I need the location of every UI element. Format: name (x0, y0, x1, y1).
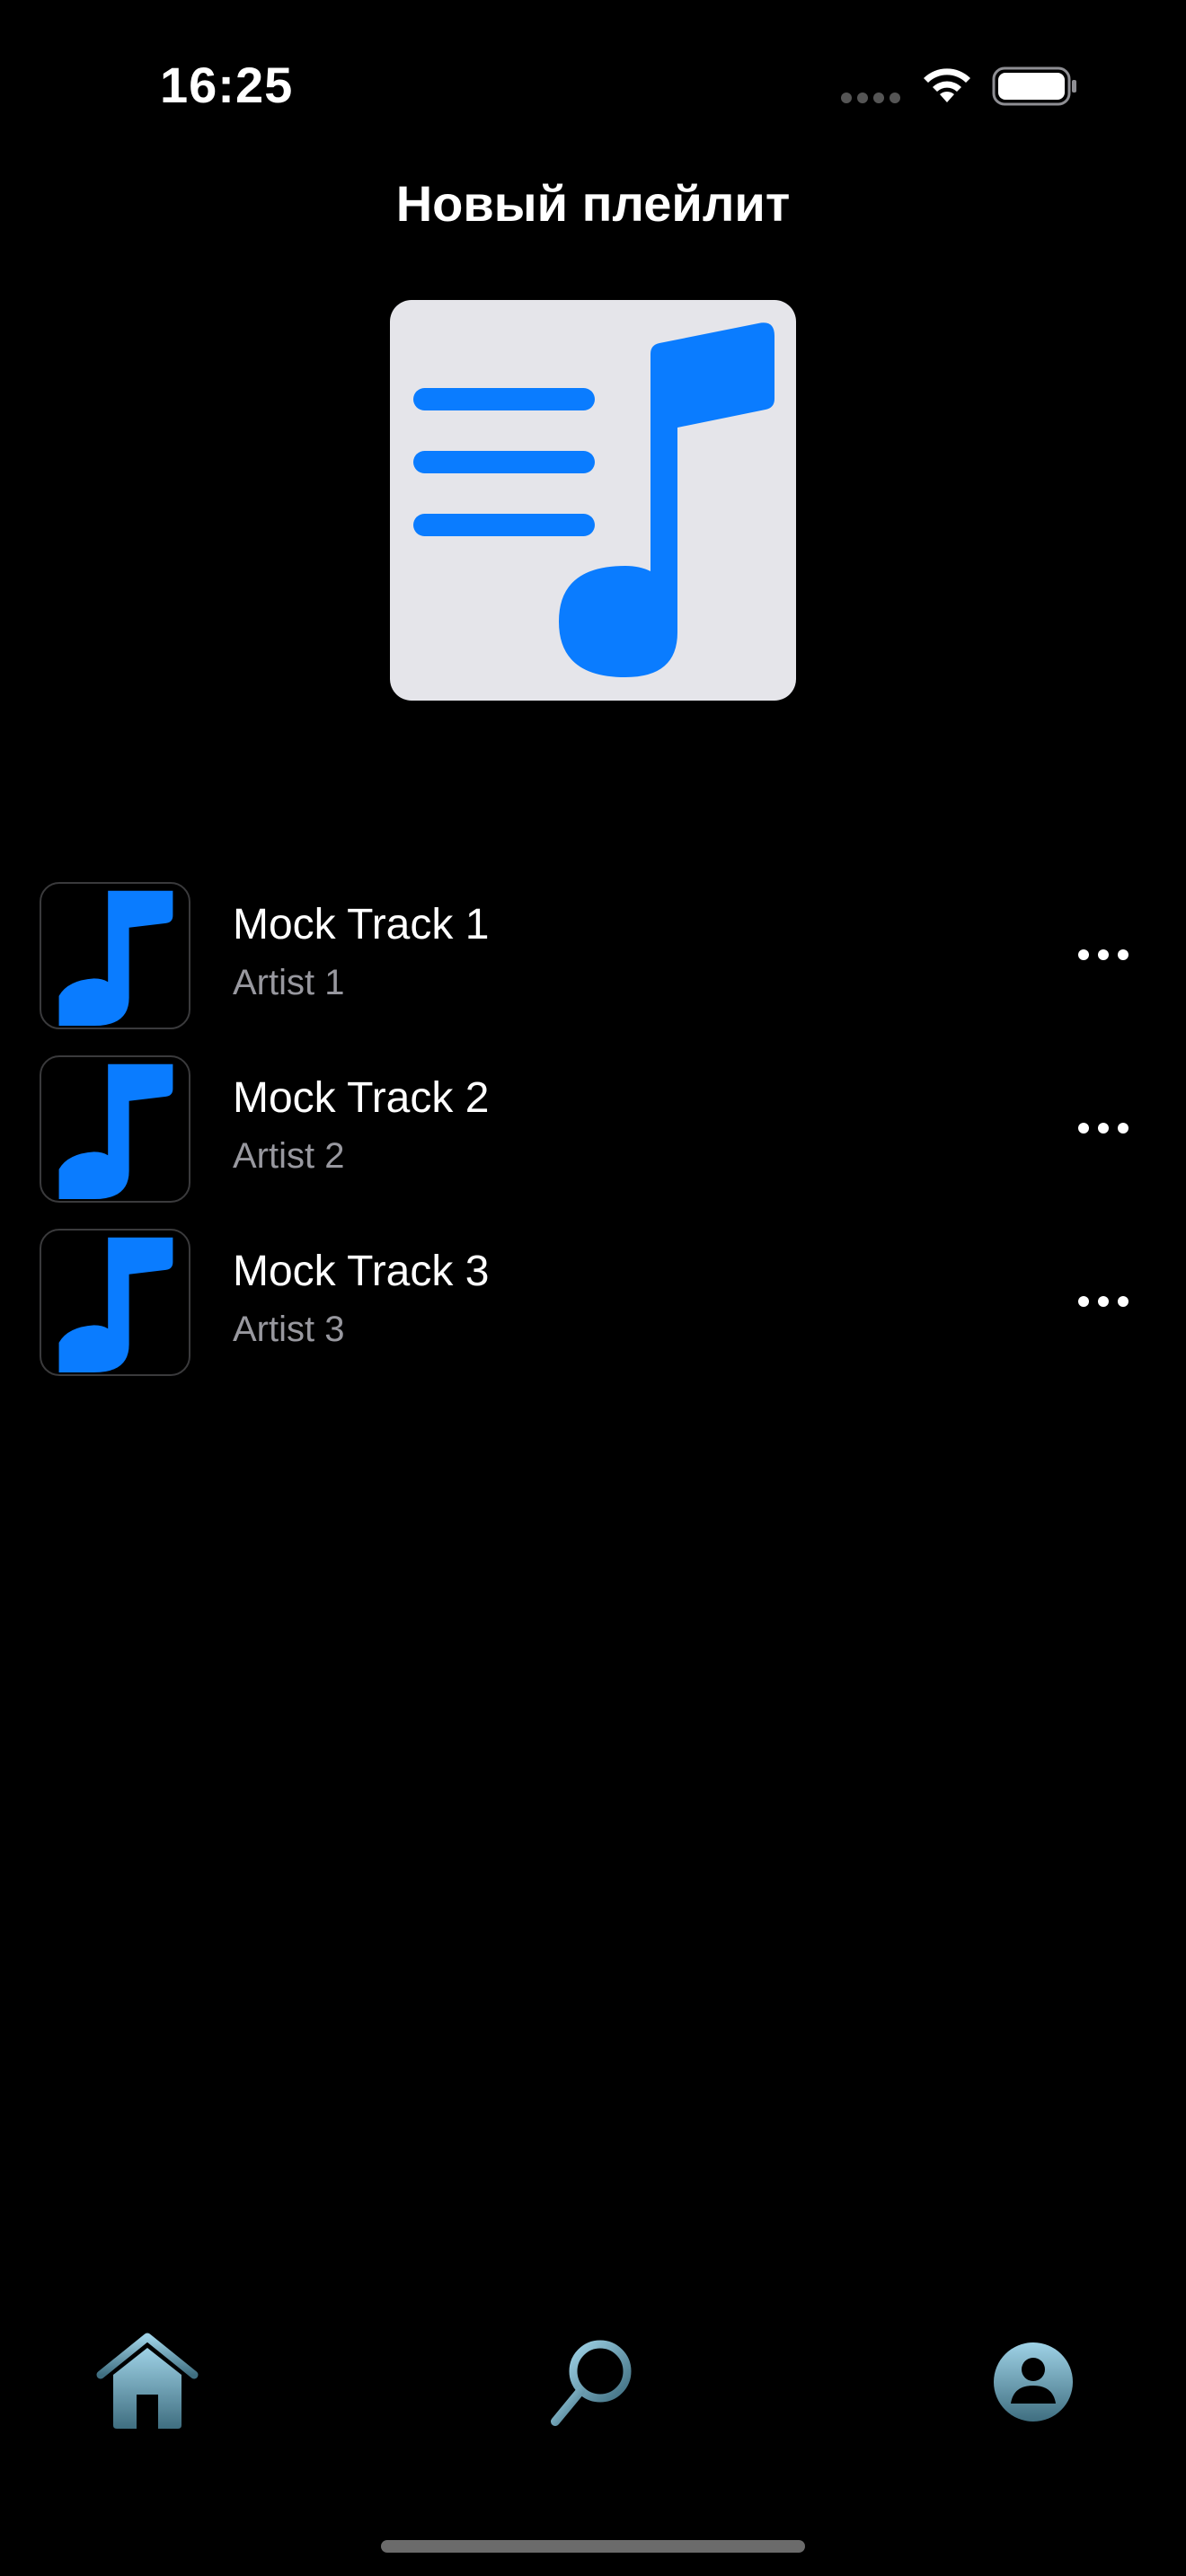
more-options-button[interactable] (1060, 1281, 1146, 1322)
cellular-signal-icon (841, 92, 900, 104)
ellipsis-icon (1078, 1296, 1089, 1307)
search-icon (551, 2340, 632, 2426)
status-bar: 16:25 (0, 0, 1186, 171)
track-title: Mock Track 2 (233, 1074, 490, 1122)
track-artwork (40, 1229, 190, 1376)
ellipsis-icon (1078, 949, 1089, 960)
tab-bar (0, 2299, 1186, 2443)
playlist-music-icon (413, 322, 774, 677)
track-row[interactable]: Mock Track 1 Artist 1 (0, 880, 1186, 1054)
home-indicator (381, 2540, 805, 2553)
track-artist: Artist 1 (233, 963, 345, 1002)
tab-search[interactable] (539, 2328, 647, 2436)
music-note-icon (58, 1237, 173, 1373)
ellipsis-icon (1078, 1123, 1089, 1134)
status-time: 16:25 (160, 57, 294, 113)
track-list: Mock Track 1 Artist 1 Mock Track 2 Artis… (0, 880, 1186, 1400)
music-note-icon (58, 890, 173, 1027)
track-row[interactable]: Mock Track 3 Artist 3 (0, 1227, 1186, 1400)
tab-profile[interactable] (979, 2328, 1087, 2436)
track-title: Mock Track 1 (233, 901, 490, 948)
more-options-button[interactable] (1060, 934, 1146, 975)
tab-home[interactable] (93, 2328, 201, 2436)
track-artist: Artist 3 (233, 1310, 345, 1349)
playlist-cover (390, 300, 796, 701)
track-artwork (40, 882, 190, 1029)
home-icon (96, 2333, 199, 2429)
wifi-icon (924, 68, 970, 102)
more-options-button[interactable] (1060, 1107, 1146, 1149)
track-artwork (40, 1055, 190, 1203)
track-title: Mock Track 3 (233, 1248, 490, 1295)
track-artist: Artist 2 (233, 1136, 345, 1176)
battery-icon (992, 66, 1076, 106)
track-row[interactable]: Mock Track 2 Artist 2 (0, 1054, 1186, 1227)
music-note-icon (58, 1063, 173, 1200)
profile-icon (994, 2342, 1073, 2422)
page-title: Новый плейлит (395, 175, 791, 232)
